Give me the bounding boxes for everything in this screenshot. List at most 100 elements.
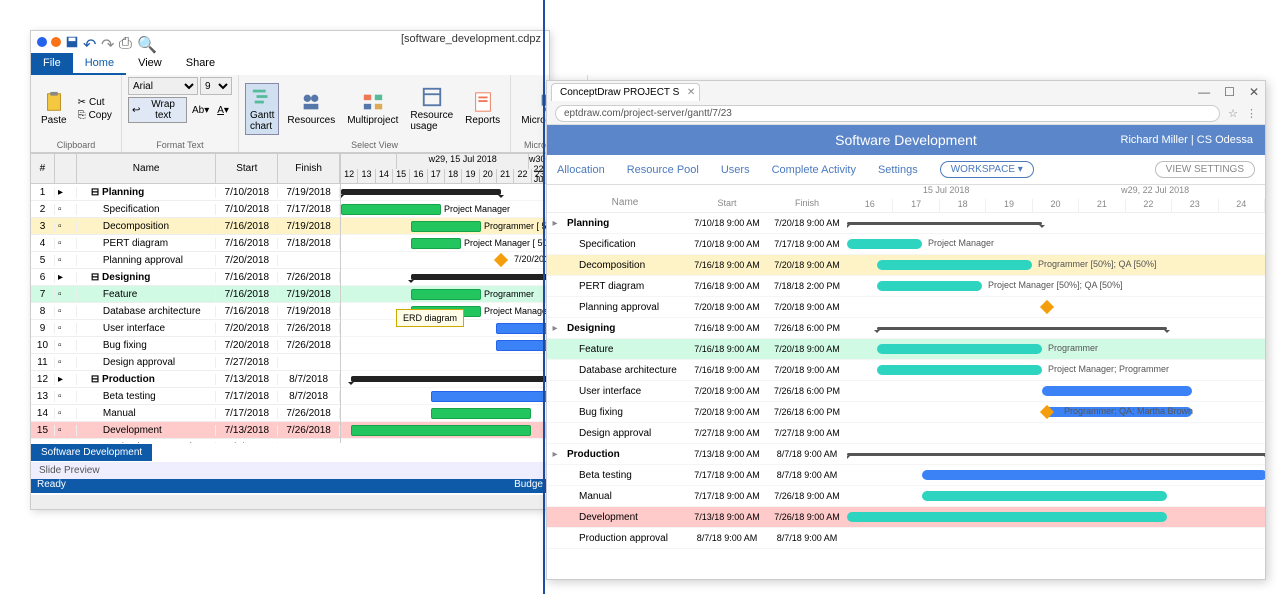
wcol-finish[interactable]: Finish bbox=[767, 198, 847, 208]
multiproject-icon bbox=[362, 91, 384, 113]
desktop-app-window: ↶ ↷ ⎙ 🔍 [software_development.cdpz File … bbox=[30, 30, 550, 510]
table-row[interactable]: 8▫Database architecture7/16/20187/19/201… bbox=[31, 303, 340, 320]
table-row[interactable]: User interface7/20/18 9:00 AM7/26/18 6:0… bbox=[547, 381, 847, 402]
wrap-text-button[interactable]: ↩Wrap text bbox=[128, 97, 187, 123]
resources-button[interactable]: Resources bbox=[283, 89, 339, 128]
web-week-29: w29, 22 Jul 2018 bbox=[1121, 185, 1189, 199]
tab-share[interactable]: Share bbox=[174, 53, 227, 75]
slide-preview[interactable]: Slide Preview bbox=[31, 462, 549, 479]
wcol-start[interactable]: Start bbox=[687, 198, 767, 208]
size-select[interactable]: 9 bbox=[200, 77, 232, 95]
gantt-chart-button[interactable]: Gantt chart bbox=[245, 83, 279, 135]
table-row[interactable]: Design approval7/27/18 9:00 AM7/27/18 9:… bbox=[547, 423, 847, 444]
browser-tab[interactable]: ConceptDraw PROJECT S ✕ bbox=[551, 83, 700, 101]
table-row[interactable]: Development7/13/18 9:00 AM7/26/18 9:00 A… bbox=[547, 507, 847, 528]
nav-allocation[interactable]: Allocation bbox=[557, 164, 605, 176]
table-row[interactable]: Beta testing7/17/18 9:00 AM8/7/18 9:00 A… bbox=[547, 465, 847, 486]
address-bar[interactable]: eptdraw.com/project-server/gantt/7/23 bbox=[555, 105, 1220, 122]
table-row[interactable]: 16▫Production approval8/7/2018 bbox=[31, 439, 340, 443]
erd-callout: ERD diagram bbox=[396, 309, 464, 327]
task-type-icon: ▫ bbox=[55, 357, 77, 368]
user-info[interactable]: Richard Miller | CS Odessa bbox=[1121, 134, 1253, 146]
tab-home[interactable]: Home bbox=[73, 53, 126, 75]
qat-icon-1[interactable] bbox=[51, 37, 61, 47]
col-finish[interactable]: Finish bbox=[278, 154, 340, 183]
web-gantt[interactable]: 15 Jul 2018 w29, 22 Jul 2018 16171819202… bbox=[847, 185, 1265, 565]
wrap-icon: ↩ bbox=[132, 105, 140, 116]
chevron-down-icon: ▾ bbox=[1018, 164, 1023, 175]
col-num[interactable]: # bbox=[31, 154, 55, 183]
font-case-button[interactable]: Ab▾ bbox=[189, 105, 212, 116]
font-color-button[interactable]: A▾ bbox=[214, 105, 232, 116]
ribbon-tabs: File Home View Share bbox=[31, 53, 549, 75]
table-row[interactable]: 10▫Bug fixing7/20/20187/26/2018 bbox=[31, 337, 340, 354]
grid-area: # Name Start Finish 1▸⊟ Planning7/10/201… bbox=[31, 153, 549, 443]
view-settings-button[interactable]: VIEW SETTINGS bbox=[1155, 161, 1255, 178]
browser-menu-icon[interactable]: ⋮ bbox=[1246, 107, 1257, 120]
col-icon[interactable] bbox=[55, 154, 77, 183]
web-grid: Name Start Finish ▸Planning7/10/18 9:00 … bbox=[547, 185, 1265, 565]
nav-complete-activity[interactable]: Complete Activity bbox=[772, 164, 856, 176]
gantt-chart[interactable]: w29, 15 Jul 2018 w30, 22 Ju 121314151617… bbox=[341, 154, 549, 443]
reports-button[interactable]: Reports bbox=[461, 89, 504, 128]
nav-users[interactable]: Users bbox=[721, 164, 750, 176]
workspace-button[interactable]: WORKSPACE ▾ bbox=[940, 161, 1034, 178]
tab-view[interactable]: View bbox=[126, 53, 174, 75]
table-row[interactable]: Production approval8/7/18 9:00 AM8/7/18 … bbox=[547, 528, 847, 549]
table-row[interactable]: Manual7/17/18 9:00 AM7/26/18 9:00 AM bbox=[547, 486, 847, 507]
browser-chrome: — ☐ ✕ ConceptDraw PROJECT S ✕ eptdraw.co… bbox=[547, 81, 1265, 125]
multiproject-button[interactable]: Multiproject bbox=[343, 89, 402, 128]
undo-icon[interactable]: ↶ bbox=[83, 35, 97, 49]
col-name[interactable]: Name bbox=[77, 154, 217, 183]
resource-usage-button[interactable]: Resource usage bbox=[406, 84, 457, 134]
font-select[interactable]: Arial bbox=[128, 77, 198, 95]
paste-button[interactable]: Paste bbox=[37, 89, 71, 128]
cut-button[interactable]: ✂Cut bbox=[75, 96, 115, 109]
table-row[interactable]: Planning approval7/20/18 9:00 AM7/20/18 … bbox=[547, 297, 847, 318]
status-budget: Budge bbox=[514, 479, 543, 493]
table-row[interactable]: 12▸⊟ Production7/13/20188/7/2018 bbox=[31, 371, 340, 388]
table-row[interactable]: Feature7/16/18 9:00 AM7/20/18 9:00 AM bbox=[547, 339, 847, 360]
table-row[interactable]: 9▫User interface7/20/20187/26/2018 bbox=[31, 320, 340, 337]
table-row[interactable]: Database architecture7/16/18 9:00 AM7/20… bbox=[547, 360, 847, 381]
save-icon[interactable] bbox=[65, 35, 79, 49]
horizontal-scrollbar[interactable] bbox=[31, 495, 549, 509]
close-icon[interactable]: ✕ bbox=[1249, 85, 1259, 99]
nav-settings[interactable]: Settings bbox=[878, 164, 918, 176]
table-row[interactable]: 13▫Beta testing7/17/20188/7/2018 bbox=[31, 388, 340, 405]
bookmark-star-icon[interactable]: ☆ bbox=[1228, 107, 1238, 120]
table-row[interactable]: 1▸⊟ Planning7/10/20187/19/2018 bbox=[31, 184, 340, 201]
wcol-name[interactable]: Name bbox=[563, 197, 687, 208]
project-tab[interactable]: Software Development bbox=[31, 444, 152, 461]
nav-resource-pool[interactable]: Resource Pool bbox=[627, 164, 699, 176]
minimize-icon[interactable]: — bbox=[1198, 85, 1210, 99]
resources-icon bbox=[300, 91, 322, 113]
col-start[interactable]: Start bbox=[216, 154, 278, 183]
table-row[interactable]: ▸Designing7/16/18 9:00 AM7/26/18 6:00 PM bbox=[547, 318, 847, 339]
table-row[interactable]: 14▫Manual7/17/20187/26/2018 bbox=[31, 405, 340, 422]
table-row[interactable]: ▸Planning7/10/18 9:00 AM7/20/18 9:00 AM bbox=[547, 213, 847, 234]
preview-icon[interactable]: 🔍 bbox=[137, 35, 151, 49]
table-row[interactable]: 5▫Planning approval7/20/2018 bbox=[31, 252, 340, 269]
print-icon[interactable]: ⎙ bbox=[119, 35, 133, 49]
table-row[interactable]: 4▫PERT diagram7/16/20187/18/2018 bbox=[31, 235, 340, 252]
task-type-icon: ▫ bbox=[55, 408, 77, 419]
task-type-icon: ▫ bbox=[55, 289, 77, 300]
table-row[interactable]: 7▫Feature7/16/20187/19/2018 bbox=[31, 286, 340, 303]
table-row[interactable]: Decomposition7/16/18 9:00 AM7/20/18 9:00… bbox=[547, 255, 847, 276]
table-row[interactable]: 11▫Design approval7/27/2018 bbox=[31, 354, 340, 371]
tab-file[interactable]: File bbox=[31, 53, 73, 75]
table-row[interactable]: 6▸⊟ Designing7/16/20187/26/2018 bbox=[31, 269, 340, 286]
table-row[interactable]: 2▫Specification7/10/20187/17/2018 bbox=[31, 201, 340, 218]
table-row[interactable]: Bug fixing7/20/18 9:00 AM7/26/18 6:00 PM bbox=[547, 402, 847, 423]
table-row[interactable]: PERT diagram7/16/18 9:00 AM7/18/18 2:00 … bbox=[547, 276, 847, 297]
maximize-icon[interactable]: ☐ bbox=[1224, 85, 1235, 99]
table-row[interactable]: 3▫Decomposition7/16/20187/19/2018 bbox=[31, 218, 340, 235]
divider bbox=[543, 0, 545, 594]
copy-button[interactable]: ⎘Copy bbox=[75, 109, 115, 122]
table-row[interactable]: 15▫Development7/13/20187/26/2018 bbox=[31, 422, 340, 439]
tab-close-icon[interactable]: ✕ bbox=[687, 87, 695, 98]
table-row[interactable]: ▸Production7/13/18 9:00 AM8/7/18 9:00 AM bbox=[547, 444, 847, 465]
redo-icon[interactable]: ↷ bbox=[101, 35, 115, 49]
table-row[interactable]: Specification7/10/18 9:00 AM7/17/18 9:00… bbox=[547, 234, 847, 255]
